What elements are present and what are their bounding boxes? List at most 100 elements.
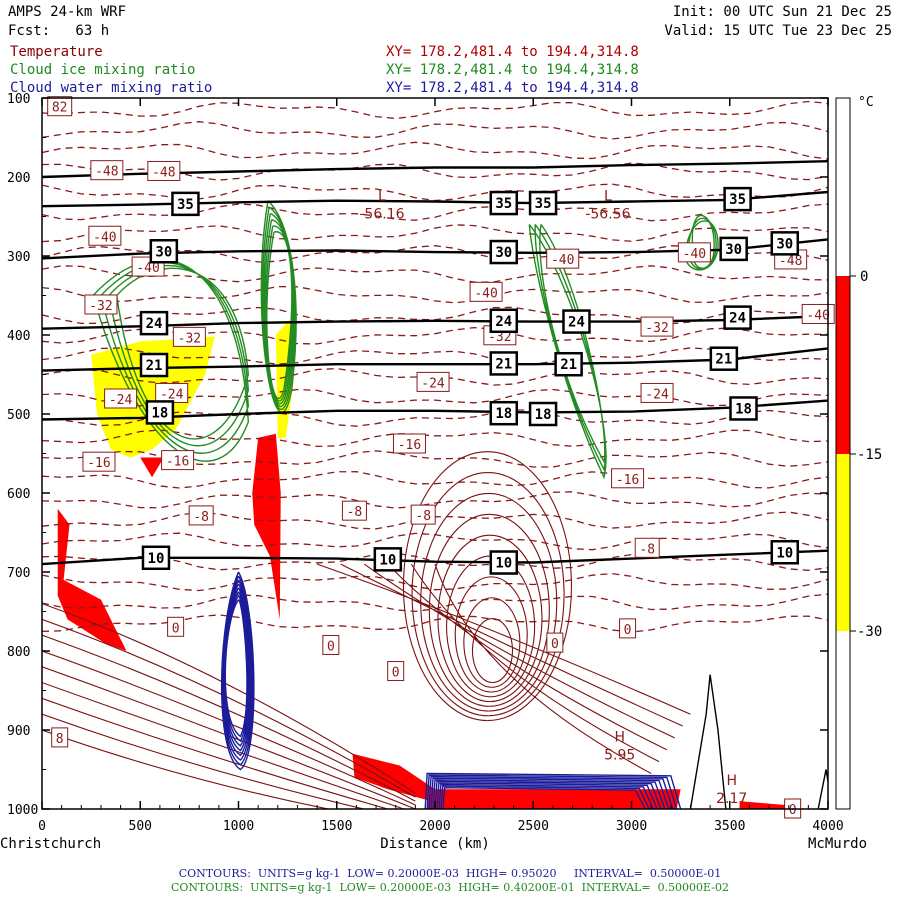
y-tick-label: 400 — [7, 329, 30, 344]
isentrope-label: 21 — [554, 351, 583, 377]
fill-red-tip — [140, 457, 164, 478]
temperature-label-text: 0 — [172, 621, 180, 636]
isentrope-label: 21 — [709, 346, 739, 371]
isentrope-label-text: 30 — [495, 245, 512, 261]
x-tick-label: 2000 — [419, 819, 450, 834]
temperature-label-text: -16 — [398, 438, 421, 453]
x-tick-label: 1000 — [223, 819, 254, 834]
extremum-kind: H — [726, 773, 737, 789]
isentrope-label-text: 10 — [776, 545, 793, 561]
isentrope-label: 35 — [489, 190, 519, 216]
temperature-label: -40 — [88, 225, 122, 246]
temperature-label: -40 — [546, 248, 580, 269]
isentrope-label-text: 21 — [715, 352, 732, 368]
fill-red-low1 — [352, 753, 435, 802]
x-tick-label: 500 — [129, 819, 152, 834]
isentrope-label: 18 — [528, 401, 558, 427]
temperature-label: -16 — [82, 451, 116, 472]
isentrope-label-text: 35 — [177, 197, 194, 213]
temperature-label-text: 8 — [56, 732, 64, 747]
temperature-label: -32 — [172, 326, 206, 347]
isentrope-label: 10 — [770, 540, 800, 565]
isentrope-label-text: 10 — [495, 556, 512, 572]
y-tick-label: 100 — [7, 92, 30, 107]
isentrope-label: 21 — [489, 351, 519, 376]
temperature-label: -48 — [147, 160, 181, 181]
isentrope-label: 10 — [373, 547, 403, 572]
isentrope-label-text: 21 — [495, 356, 512, 372]
fill-red-low2 — [427, 789, 681, 809]
temperature-label-text: -48 — [779, 254, 802, 269]
colorbar-label: -30 — [857, 624, 882, 640]
isentrope-label-text: 35 — [495, 196, 512, 212]
temperature-label-text: -16 — [87, 456, 110, 471]
terrain-line — [689, 674, 828, 809]
isentrope-label: 21 — [139, 352, 169, 378]
isentrope-label-text: 18 — [535, 407, 552, 423]
y-tick-label: 300 — [7, 250, 30, 265]
extremum-kind: H — [614, 730, 625, 746]
temperature-label: -16 — [392, 433, 426, 454]
temperature-label: -24 — [155, 382, 189, 403]
isentrope-label: 24 — [139, 310, 169, 336]
isentrope-label: 24 — [489, 308, 519, 334]
isentrope-label-text: 21 — [560, 357, 577, 373]
isentrope-label: 35 — [723, 186, 752, 212]
y-tick-label: 200 — [7, 171, 30, 186]
temperature-label-text: -40 — [551, 253, 574, 268]
extremum-value: 5.95 — [604, 748, 635, 764]
footer-cloud-water: CONTOURS: UNITS=g kg-1 LOW= 0.20000E-03 … — [178, 867, 722, 880]
isentrope-label-text: 30 — [155, 244, 172, 260]
temperature-label-text: -48 — [95, 165, 118, 180]
isentrope-label-text: 24 — [495, 314, 512, 330]
temperature-label: 8 — [51, 727, 69, 748]
isentrope-label-text: 18 — [151, 405, 168, 421]
temperature-label: 0 — [546, 632, 564, 653]
isentrope-label: 18 — [489, 400, 519, 426]
temperature-label-text: -24 — [645, 387, 669, 402]
isentrope-label-text: 35 — [535, 196, 552, 212]
isentrope-label: 24 — [562, 309, 591, 334]
extremum-value: -56.56 — [585, 207, 630, 223]
temperature-label: -8 — [634, 537, 660, 558]
temperature-label: 0 — [322, 634, 340, 655]
isentrope-35 — [42, 190, 828, 208]
isentrope-label: 35 — [528, 190, 558, 216]
temperature-label-text: 82 — [52, 101, 68, 116]
temperature-label-text: 0 — [551, 637, 559, 652]
temperature-label: -32 — [640, 316, 674, 337]
temperature-label-text: -32 — [89, 299, 112, 314]
temperature-label: -24 — [640, 382, 674, 403]
temperature-label-text: -8 — [193, 510, 209, 525]
isentrope-label-text: 24 — [568, 315, 585, 331]
y-tick-label: 600 — [7, 487, 30, 502]
footer-cloud-ice: CONTOURS: UNITS=g kg-1 LOW= 0.20000E-03 … — [170, 881, 730, 894]
x-tick-label: 4000 — [812, 819, 843, 834]
extremum-kind: L — [604, 189, 612, 205]
temperature-label: -8 — [341, 500, 367, 521]
temperature-label: -40 — [469, 281, 503, 302]
temperature-label: -8 — [188, 505, 214, 526]
extremum-value: 2.17 — [716, 791, 747, 807]
colorbar-label: 0 — [860, 269, 868, 285]
temperature-label: -32 — [84, 294, 118, 315]
isentrope-label: 18 — [729, 396, 758, 421]
cloud-water-contours — [220, 571, 682, 809]
isentrope-label: 30 — [719, 236, 748, 262]
temperature-label-text: -48 — [152, 165, 175, 180]
temperature-label: -24 — [416, 371, 450, 392]
temperature-label-text: -8 — [347, 505, 363, 520]
x-tick-label: 0 — [38, 819, 46, 834]
isentrope-label-text: 24 — [729, 311, 746, 327]
isentrope-label-text: 10 — [379, 552, 396, 568]
isentrope-label-text: 24 — [146, 316, 163, 332]
y-tick-label: 500 — [7, 408, 30, 423]
temperature-label: 0 — [619, 618, 637, 639]
temperature-label-text: 0 — [624, 623, 632, 638]
temperature-label-text: -32 — [645, 321, 668, 336]
temperature-label-text: -8 — [415, 509, 431, 524]
extremum-value: -56.16 — [359, 207, 404, 223]
temperature-label-text: -32 — [178, 331, 201, 346]
temperature-label-text: 0 — [789, 803, 797, 818]
temperature-label-text: -24 — [109, 393, 133, 408]
